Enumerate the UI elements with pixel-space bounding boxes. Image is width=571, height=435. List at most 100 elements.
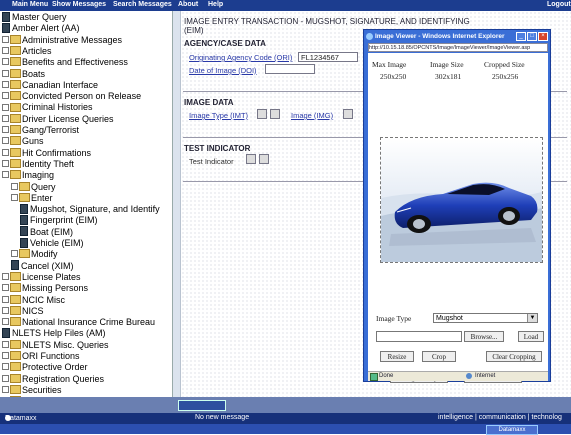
doi-label[interactable]: Date of Image (DOI)	[189, 66, 257, 75]
file-path-input[interactable]	[376, 331, 462, 342]
collapse-icon[interactable]	[2, 171, 9, 179]
tree-item[interactable]: Benefits and Effectiveness	[2, 56, 128, 68]
tree-item[interactable]: Protective Order	[2, 361, 88, 373]
expand-icon[interactable]	[2, 363, 9, 371]
tree-item[interactable]: NLETS Help Files (AM)	[2, 327, 106, 339]
menu-show-messages[interactable]: Show Messages	[52, 1, 106, 8]
tree-item[interactable]: NICS	[2, 305, 44, 317]
expand-icon[interactable]	[2, 273, 9, 281]
tree-item[interactable]: Cancel (XIM)	[11, 260, 74, 272]
tree-item[interactable]: Hit Confirmations	[2, 147, 91, 159]
expand-icon[interactable]	[2, 126, 9, 134]
close-icon[interactable]: ×	[538, 32, 548, 41]
expand-icon[interactable]	[2, 103, 9, 111]
expand-icon[interactable]	[2, 58, 9, 66]
image-type-select[interactable]: Mugshot ▼	[433, 313, 538, 323]
expand-icon[interactable]	[2, 318, 9, 326]
tree-item[interactable]: Articles	[2, 45, 52, 57]
expand-icon[interactable]	[11, 182, 18, 190]
tree-item[interactable]: Imaging	[2, 169, 54, 181]
tree-item[interactable]: Mugshot, Signature, and Identify	[20, 203, 160, 215]
tree-item[interactable]: Gang/Terrorist	[2, 124, 79, 136]
expand-icon[interactable]	[11, 250, 18, 258]
expand-icon[interactable]	[2, 295, 9, 303]
clear-cropping-button[interactable]: Clear Cropping	[486, 351, 542, 362]
ori-label[interactable]: Originating Agency Code (ORI)	[189, 53, 292, 62]
expand-icon[interactable]	[2, 386, 9, 394]
test-indicator-button[interactable]	[259, 154, 269, 164]
image-type-field[interactable]	[257, 109, 267, 119]
menu-search-messages[interactable]: Search Messages	[113, 1, 172, 8]
vehicle-image-preview[interactable]	[380, 137, 543, 263]
tree-item[interactable]: Canadian Interface	[2, 79, 98, 91]
tree-item[interactable]: Missing Persons	[2, 282, 88, 294]
expand-icon[interactable]	[2, 47, 9, 55]
tree-item[interactable]: Driver License Queries	[2, 113, 114, 125]
tree-item[interactable]: Vehicle (EIM)	[20, 237, 84, 249]
address-bar[interactable]: http://10.15.18.85/OPCNTS/Image/ImageVie…	[368, 43, 548, 52]
chevron-down-icon[interactable]: ▼	[527, 314, 537, 322]
tree-item[interactable]: Boat (EIM)	[20, 226, 73, 238]
expand-icon[interactable]	[2, 35, 9, 43]
tree-item-label: NLETS Misc. Queries	[22, 339, 109, 350]
image-field[interactable]	[343, 109, 353, 119]
folder-icon	[10, 385, 21, 395]
tree-item[interactable]: Master Query	[2, 11, 67, 23]
expand-icon[interactable]	[2, 306, 9, 314]
crop-button[interactable]: Crop	[422, 351, 456, 362]
panel-splitter[interactable]	[173, 11, 181, 407]
maximize-icon[interactable]: □	[527, 32, 537, 41]
folder-icon	[10, 170, 21, 180]
expand-icon[interactable]	[2, 352, 9, 360]
menu-about[interactable]: About	[178, 1, 198, 8]
tree-item[interactable]: License Plates	[2, 271, 81, 283]
minimize-icon[interactable]: _	[516, 32, 526, 41]
image-type-button[interactable]	[270, 109, 280, 119]
tree-item[interactable]: Fingerprint (EIM)	[20, 214, 98, 226]
tree-item[interactable]: Guns	[2, 135, 44, 147]
tree-item[interactable]: ORI Functions	[2, 350, 80, 362]
tree-item[interactable]: Convicted Person on Release	[2, 90, 141, 102]
browse-button[interactable]: Browse...	[464, 331, 504, 342]
load-button[interactable]: Load	[518, 331, 544, 342]
test-indicator-field[interactable]	[246, 154, 256, 164]
tree-item[interactable]: Modify	[11, 248, 58, 260]
folder-icon	[10, 91, 21, 101]
image-label[interactable]: Image (IMG)	[291, 111, 333, 120]
tree-item[interactable]: Administrative Messages	[2, 34, 122, 46]
tree-item[interactable]: Criminal Histories	[2, 101, 93, 113]
tree-item-label: Imaging	[22, 170, 55, 181]
tree-item[interactable]: Securities	[2, 384, 62, 396]
expand-icon[interactable]	[2, 114, 9, 122]
bottom-control-button[interactable]	[178, 400, 226, 411]
ori-input[interactable]: FL1234567	[298, 52, 358, 62]
expand-icon[interactable]	[2, 69, 9, 77]
tree-item[interactable]: Query	[11, 181, 56, 193]
expand-icon[interactable]	[2, 160, 9, 168]
expand-icon[interactable]	[2, 340, 9, 348]
expand-icon[interactable]	[2, 80, 9, 88]
menu-help[interactable]: Help	[208, 1, 223, 8]
header-cropped-size: Cropped Size	[484, 60, 525, 69]
tree-item[interactable]: NLETS Misc. Queries	[2, 339, 109, 351]
tree-item-label: Fingerprint (EIM)	[30, 215, 98, 226]
tree-item[interactable]: Boats	[2, 68, 45, 80]
expand-icon[interactable]	[2, 284, 9, 292]
tree-item[interactable]: Enter	[11, 192, 53, 204]
resize-button[interactable]: Resize	[380, 351, 414, 362]
image-type-label[interactable]: Image Type (IMT)	[189, 111, 248, 120]
tree-item[interactable]: Registration Queries	[2, 373, 104, 385]
tree-item[interactable]: Amber Alert (AA)	[2, 22, 80, 34]
tree-item[interactable]: Identity Theft	[2, 158, 74, 170]
folder-icon	[10, 113, 21, 123]
expand-icon[interactable]	[2, 92, 9, 100]
tree-item[interactable]: NCIC Misc	[2, 294, 65, 306]
expand-icon[interactable]	[2, 374, 9, 382]
menu-main[interactable]: Main Menu	[12, 1, 48, 8]
expand-icon[interactable]	[2, 137, 9, 145]
menu-logout[interactable]: Logout	[547, 1, 571, 8]
expand-icon[interactable]	[2, 148, 9, 156]
tree-item[interactable]: National Insurance Crime Bureau	[2, 316, 155, 328]
collapse-icon[interactable]	[11, 193, 18, 201]
doi-input[interactable]	[265, 64, 315, 74]
